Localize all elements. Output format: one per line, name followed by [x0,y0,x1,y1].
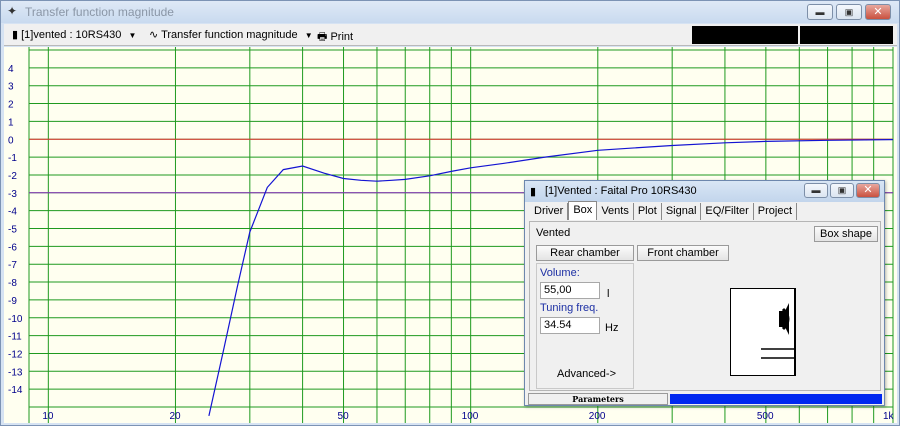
x-tick-label: 20 [169,411,181,422]
dialog-title-bar[interactable]: ▮ [1]Vented : Faital Pro 10RS430 ▬ ▣ ✕ [525,181,884,202]
view-select-label: Transfer function magnitude [161,29,298,41]
chevron-down-icon: ▼ [128,31,137,40]
print-button[interactable]: 🖶 Print [317,28,353,47]
front-chamber-button[interactable]: Front chamber [637,245,729,261]
y-tick-label: -3 [8,189,17,200]
tab-box[interactable]: Box [568,201,598,220]
close-icon: ✕ [863,184,873,196]
y-tick-label: 2 [8,100,14,111]
y-tick-label: -11 [8,332,22,343]
maximize-button[interactable]: ▣ [836,4,862,20]
tab-plot[interactable]: Plot [634,203,662,220]
y-tick-label: 0 [8,135,14,146]
readout-box-2 [800,26,893,44]
box-dialog: ▮ [1]Vented : Faital Pro 10RS430 ▬ ▣ ✕ D… [524,180,885,406]
dialog-close-button[interactable]: ✕ [856,183,880,198]
chevron-down-icon: ▼ [304,31,313,40]
volume-field[interactable]: 55,00 [540,282,600,299]
y-tick-label: 3 [8,82,14,93]
y-tick-label: -12 [8,349,23,360]
progress-fill [670,394,882,404]
project-select-label: [1]vented : 10RS430 [21,29,122,41]
speaker-icon: ▮ [530,186,537,198]
dialog-title: [1]Vented : Faital Pro 10RS430 [545,185,697,197]
volume-label: Volume: [540,267,580,279]
y-tick-label: -8 [8,278,17,289]
tab-vents[interactable]: Vents [597,203,634,220]
minimize-icon: ▬ [815,7,825,17]
close-button[interactable]: ✕ [865,4,891,20]
x-tick-label: 500 [757,411,774,422]
x-tick-label: 1k [883,411,895,422]
enclosure-drawing [761,289,796,375]
rear-chamber-button[interactable]: Rear chamber [536,245,634,261]
y-tick-label: -9 [8,296,17,307]
toolbar: ▮ [1]vented : 10RS430 ▼ ∿ Transfer funct… [4,24,897,46]
view-select[interactable]: ∿ Transfer function magnitude ▼ [149,28,313,41]
title-bar[interactable]: ✦ Transfer function magnitude ▬ ▣ ✕ [1,1,899,23]
dialog-status-bar: Parameters [528,393,882,405]
maximize-icon: ▣ [837,185,847,195]
tuning-freq-field[interactable]: 34.54 [540,317,600,334]
box-type-label: Vented [536,227,571,239]
tab-eq-filter[interactable]: EQ/Filter [701,203,754,220]
x-tick-label: 10 [42,411,54,422]
waveform-icon: ∿ [149,29,159,41]
readout-box-1 [692,26,798,44]
app-icon: ✦ [7,4,18,18]
window-controls: ▬ ▣ ✕ [807,4,891,20]
y-tick-label: 4 [8,64,14,75]
y-tick-label: -7 [8,260,17,271]
minimize-icon: ▬ [811,185,821,195]
y-tick-label: -1 [8,153,17,164]
tuning-freq-unit: Hz [605,322,619,334]
print-label: Print [330,31,354,43]
box-tab-panel: Vented Box shape Rear chamber Front cham… [529,221,881,391]
dialog-controls: ▬ ▣ ✕ [804,183,880,198]
y-tick-label: -4 [8,207,17,218]
y-tick-label: -14 [8,385,23,396]
main-window: ✦ Transfer function magnitude ▬ ▣ ✕ ▮ [1… [0,0,900,426]
progress-track [670,394,882,404]
printer-icon: 🖶 [317,31,328,43]
status-label: Parameters [528,393,668,405]
advanced-link[interactable]: Advanced-> [557,368,616,380]
minimize-button[interactable]: ▬ [807,4,833,20]
project-select[interactable]: ▮ [1]vented : 10RS430 ▼ [12,28,136,41]
dialog-maximize-button[interactable]: ▣ [830,183,854,198]
y-tick-label: 1 [8,117,14,128]
window-title: Transfer function magnitude [25,5,174,19]
tab-driver[interactable]: Driver [530,203,569,220]
y-tick-label: -2 [8,171,17,182]
tuning-freq-label: Tuning freq. [540,302,599,314]
dialog-minimize-button[interactable]: ▬ [804,183,828,198]
dialog-tabs: Driver Box Vents Plot Signal EQ/Filter P… [530,201,798,221]
box-diagram [730,288,796,376]
volume-unit: l [607,288,610,300]
y-tick-label: -5 [8,225,17,236]
y-tick-label: -6 [8,242,17,253]
rear-chamber-group: Volume: 55,00 l Tuning freq. 34.54 Hz Ad… [536,263,634,389]
box-shape-button[interactable]: Box shape [814,226,878,242]
y-tick-label: -10 [8,314,23,325]
x-tick-label: 200 [589,411,606,422]
y-tick-label: -13 [8,367,23,378]
maximize-icon: ▣ [844,7,854,17]
tab-project[interactable]: Project [754,203,798,220]
x-tick-label: 100 [462,411,479,422]
close-icon: ✕ [873,6,883,18]
speaker-icon: ▮ [12,29,19,41]
tab-signal[interactable]: Signal [662,203,702,220]
x-tick-label: 50 [338,411,350,422]
